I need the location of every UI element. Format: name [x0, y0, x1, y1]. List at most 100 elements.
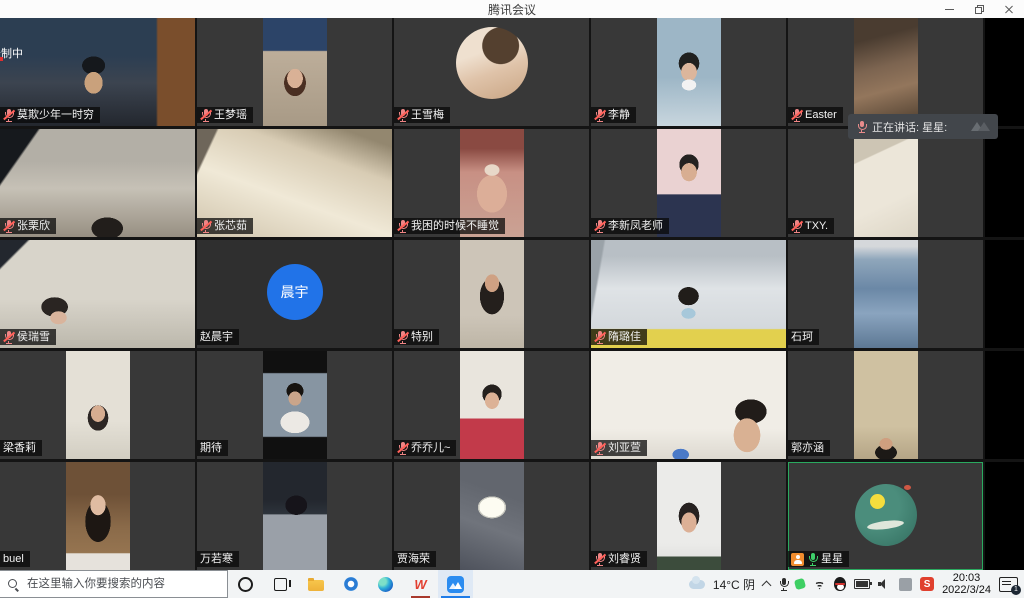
video-tile[interactable]: 乔乔儿~	[394, 351, 589, 459]
video-tile[interactable]: 张芯茹	[197, 129, 392, 237]
participant-name: 侯瑞雪	[17, 330, 50, 344]
participant-nameplate: 刘睿贤	[591, 551, 647, 567]
participant-name: 星星	[821, 552, 843, 566]
participant-name: buel	[3, 552, 24, 566]
tencent-meeting-button[interactable]	[438, 570, 473, 598]
search-input[interactable]	[25, 577, 209, 591]
recording-dot	[0, 57, 3, 61]
participant-nameplate: buel	[0, 551, 30, 567]
wechat-icon[interactable]	[794, 578, 806, 590]
participant-video	[66, 462, 130, 570]
participant-nameplate: 石珂	[788, 329, 819, 345]
recording-indicator: 录制中	[0, 47, 23, 61]
video-tile[interactable]: 特别	[394, 240, 589, 348]
participant-name: 李静	[608, 108, 630, 122]
video-tile[interactable]: 梁香莉	[0, 351, 195, 459]
sogou-icon[interactable]: S	[920, 577, 934, 591]
video-tile-active-speaker[interactable]: 星星	[788, 462, 983, 570]
qq-icon[interactable]	[834, 577, 846, 591]
video-tile[interactable]: TXY.	[788, 129, 983, 237]
participant-video	[854, 351, 918, 459]
participant-nameplate: 李新凤老师	[591, 218, 669, 234]
host-badge-icon	[791, 553, 804, 566]
taskbar-search[interactable]	[0, 570, 228, 598]
video-tile[interactable]: 石珂	[788, 240, 983, 348]
volume-icon[interactable]	[878, 579, 891, 589]
participant-nameplate: 赵晨宇	[197, 329, 239, 345]
avatar-detail	[904, 485, 911, 490]
muted-mic-icon	[594, 220, 605, 233]
avatar	[855, 484, 917, 546]
participant-video	[263, 18, 327, 126]
avatar-initials: 晨宇	[267, 264, 323, 320]
video-tile[interactable]: 李静	[591, 18, 786, 126]
task-view-button[interactable]	[263, 570, 298, 598]
file-explorer-button[interactable]	[298, 570, 333, 598]
restore-button[interactable]	[964, 0, 994, 18]
edge-button[interactable]	[368, 570, 403, 598]
video-tile[interactable]: 侯瑞雪	[0, 240, 195, 348]
participant-name: 隋璐佳	[608, 330, 641, 344]
network-signal-icon[interactable]	[813, 579, 826, 590]
video-tile[interactable]: 王梦瑶	[197, 18, 392, 126]
tray-expand-icon[interactable]	[762, 581, 772, 591]
battery-icon[interactable]	[854, 579, 870, 589]
video-tile[interactable]: buel	[0, 462, 195, 570]
video-tile[interactable]: 王雪梅	[394, 18, 589, 126]
browser-button[interactable]	[333, 570, 368, 598]
meeting-watermark-icon	[971, 122, 990, 131]
video-tile-partial	[985, 18, 1024, 126]
participant-nameplate: Easter	[788, 107, 843, 123]
video-tile[interactable]: 期待	[197, 351, 392, 459]
participant-nameplate: 张栗欣	[0, 218, 56, 234]
minimize-button[interactable]	[934, 0, 964, 18]
close-button[interactable]	[994, 0, 1024, 18]
participant-nameplate: 我困的时候不睡觉	[394, 218, 505, 234]
video-tile[interactable]: 刘亚萱	[591, 351, 786, 459]
video-tile[interactable]: 隋璐佳	[591, 240, 786, 348]
video-tile[interactable]: 晨宇 赵晨宇	[197, 240, 392, 348]
muted-mic-icon	[397, 331, 408, 344]
participant-video	[263, 462, 327, 570]
cortana-icon	[238, 577, 253, 592]
participant-name: 石珂	[791, 330, 813, 344]
video-tile[interactable]: Easter	[788, 18, 983, 126]
participant-nameplate: TXY.	[788, 218, 834, 234]
participant-name: 王梦瑶	[214, 108, 247, 122]
minimize-icon	[945, 9, 954, 10]
taskbar-clock[interactable]: 20:03 2022/3/24	[942, 572, 991, 596]
video-tile[interactable]: 张栗欣	[0, 129, 195, 237]
muted-mic-icon	[3, 220, 14, 233]
avatar	[456, 27, 528, 99]
speaking-toast: 正在讲话: 星星:	[848, 114, 998, 139]
video-tile[interactable]: 莫欺少年一时穷	[0, 18, 195, 126]
input-method-icon[interactable]	[899, 578, 912, 591]
action-center-icon[interactable]: 1	[999, 577, 1018, 592]
participant-nameplate: 梁香莉	[0, 440, 42, 456]
muted-mic-icon	[594, 553, 605, 566]
participant-name: 王雪梅	[411, 108, 444, 122]
video-tile[interactable]: 郭亦涵	[788, 351, 983, 459]
speaking-toast-text: 正在讲话: 星星:	[872, 119, 947, 135]
task-view-icon	[274, 578, 287, 591]
weather-text[interactable]: 14°C 阴	[713, 576, 755, 593]
active-mic-icon	[807, 553, 818, 566]
participant-name: 万若寒	[200, 552, 233, 566]
restore-icon	[975, 5, 984, 14]
weather-icon[interactable]	[689, 580, 705, 589]
cortana-button[interactable]	[228, 570, 263, 598]
video-tile[interactable]: 我困的时候不睡觉	[394, 129, 589, 237]
wps-button[interactable]: W	[403, 570, 438, 598]
video-tile[interactable]: 万若寒	[197, 462, 392, 570]
participant-name: 李新凤老师	[608, 219, 663, 233]
avatar-text: 晨宇	[281, 282, 309, 302]
video-tile[interactable]: 刘睿贤	[591, 462, 786, 570]
participant-video	[854, 18, 918, 126]
participant-video	[854, 129, 918, 237]
tray-mic-icon[interactable]	[778, 578, 787, 591]
participant-nameplate: 李静	[591, 107, 636, 123]
title-bar[interactable]: 腾讯会议	[0, 0, 1024, 18]
video-tile[interactable]: 李新凤老师	[591, 129, 786, 237]
notification-badge: 1	[1011, 585, 1021, 595]
video-tile[interactable]: 贾海荣	[394, 462, 589, 570]
